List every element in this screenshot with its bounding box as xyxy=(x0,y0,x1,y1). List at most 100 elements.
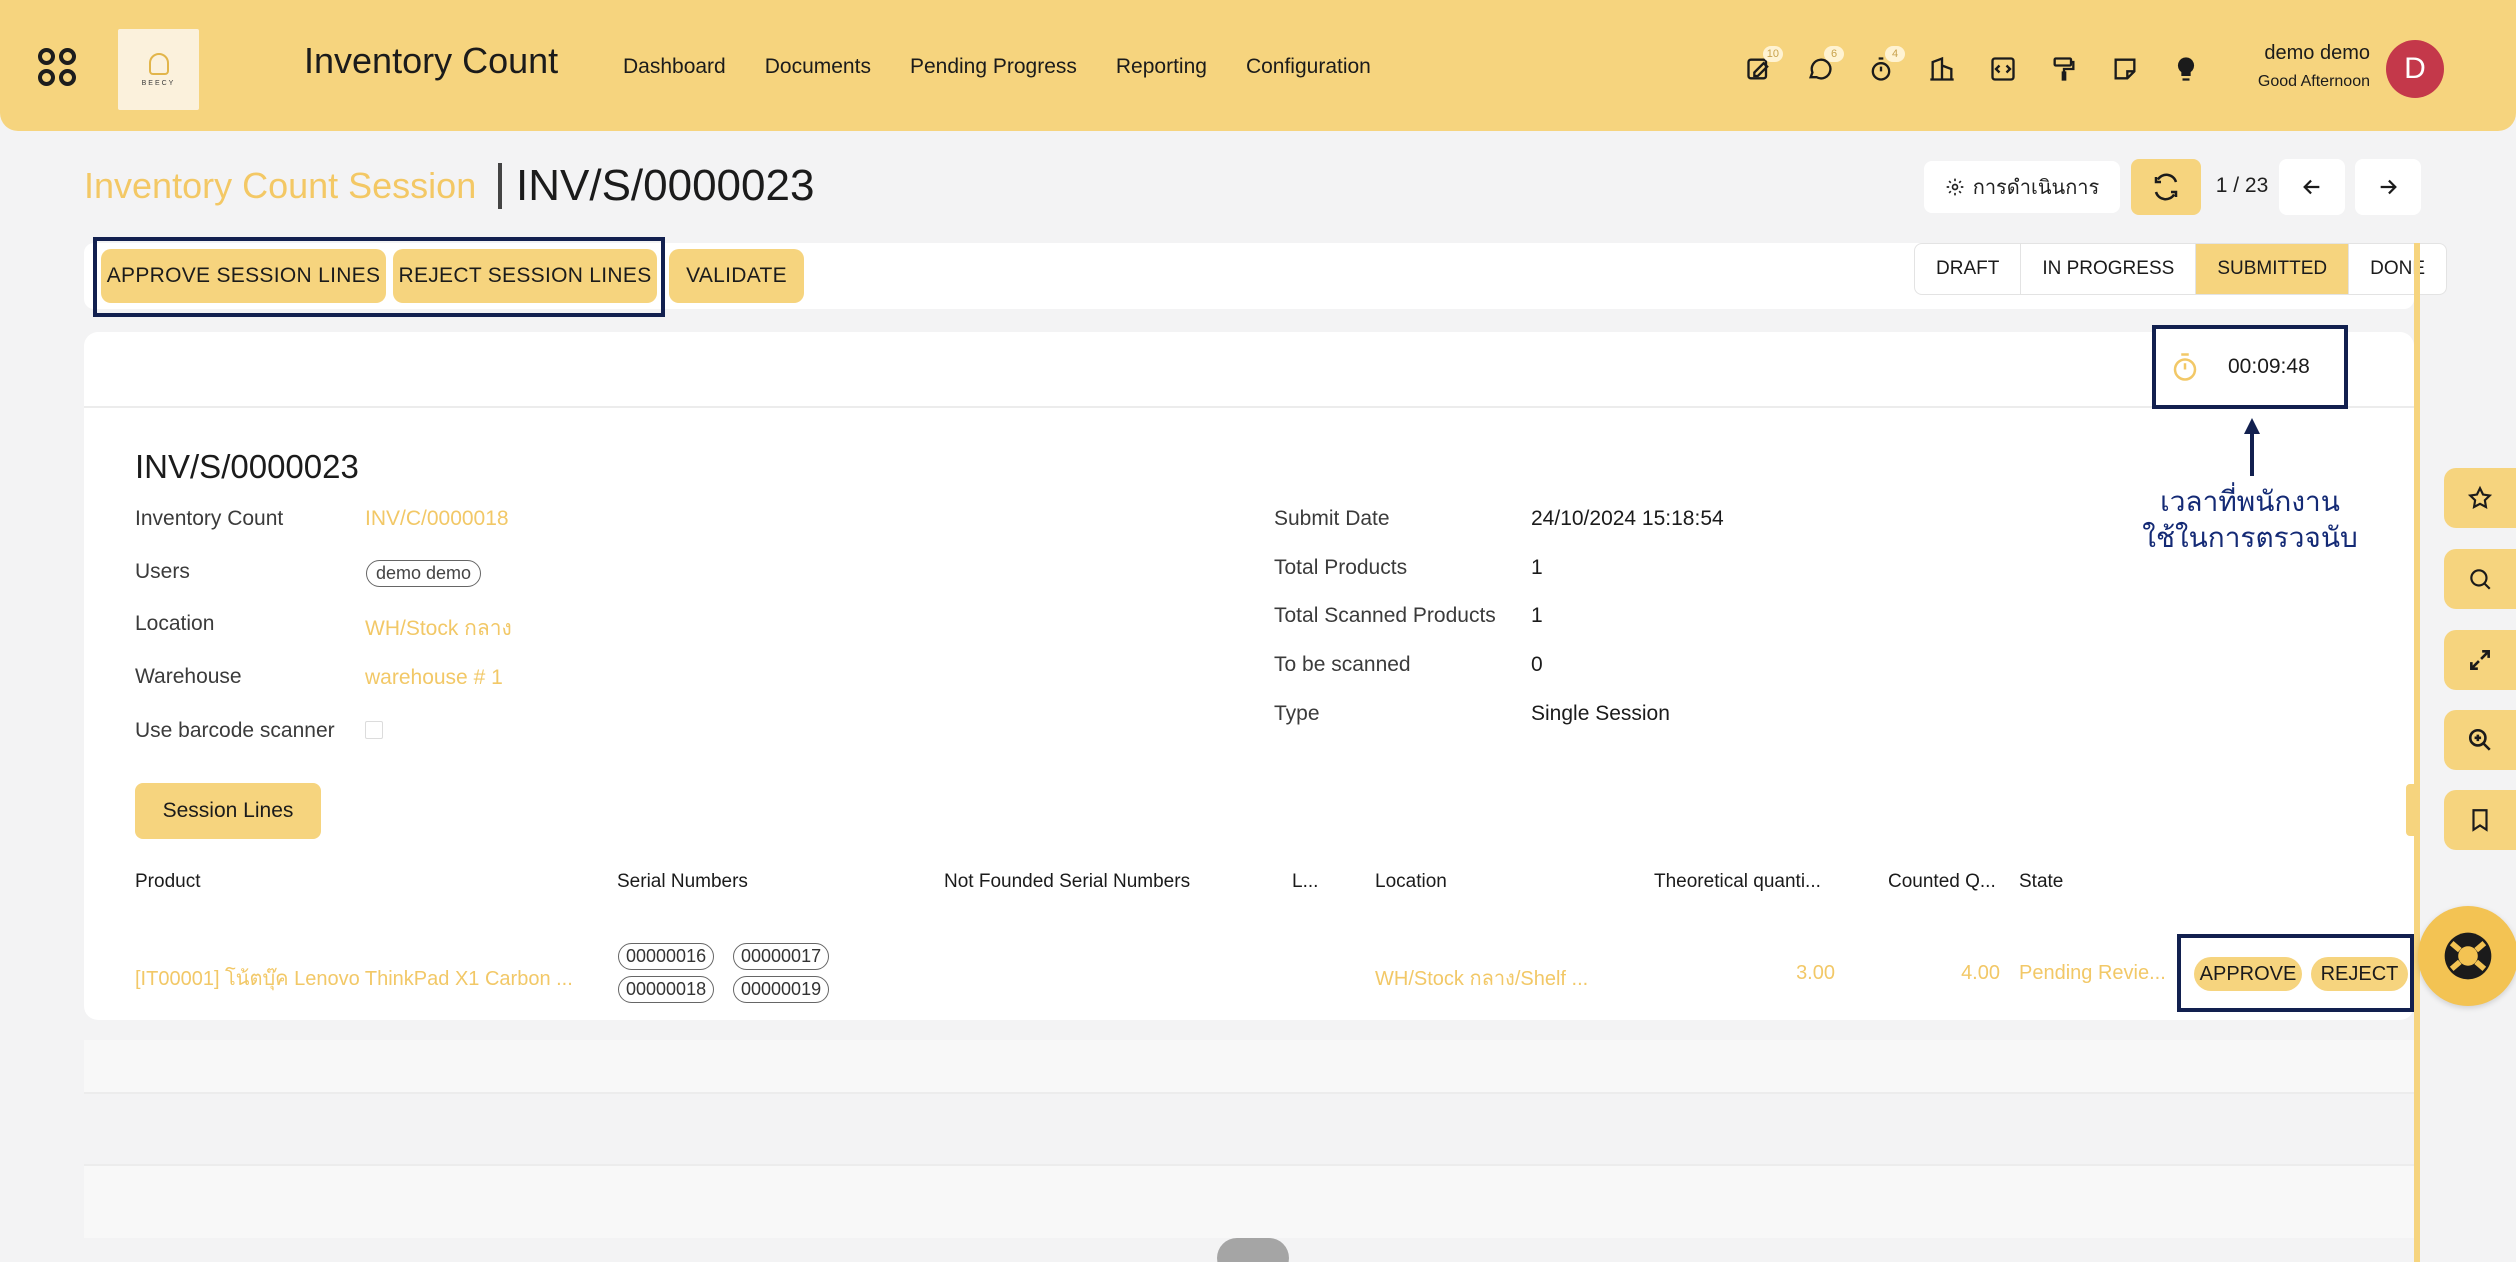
zoom-in-icon xyxy=(2468,728,2491,751)
refresh-button[interactable] xyxy=(2131,159,2201,215)
stage-done[interactable]: DONE xyxy=(2349,244,2446,294)
main-nav: Dashboard Documents Pending Progress Rep… xyxy=(623,55,1371,79)
help-button[interactable] xyxy=(2418,906,2516,1006)
pager-previous-button[interactable] xyxy=(2279,159,2345,215)
systray: 10 6 4 xyxy=(1742,46,2202,85)
code-icon[interactable] xyxy=(1986,52,2019,85)
company-logo[interactable]: BEECY xyxy=(118,29,199,110)
warehouse-link[interactable]: warehouse # 1 xyxy=(365,666,503,690)
favorite-tool[interactable] xyxy=(2444,468,2516,528)
row-counted-qty: 4.00 xyxy=(1961,962,2000,984)
column-counted-quantity[interactable]: Counted Q... xyxy=(1888,871,1996,893)
star-icon xyxy=(2467,485,2493,509)
bookmark-icon xyxy=(2472,809,2488,832)
inventory-count-label: Inventory Count xyxy=(135,507,284,530)
total-products-label: Total Products xyxy=(1274,556,1408,579)
expand-tool[interactable] xyxy=(2444,630,2516,690)
logo-text: BEECY xyxy=(141,79,176,87)
type-value: Single Session xyxy=(1531,702,1670,725)
chatter-toggle[interactable] xyxy=(1217,1238,1289,1262)
status-stages: DRAFT IN PROGRESS SUBMITTED DONE xyxy=(1914,243,2447,295)
submit-date-label: Submit Date xyxy=(1274,507,1390,530)
timer-badge: 4 xyxy=(1885,46,1905,62)
scrollbar-thumb[interactable] xyxy=(2406,784,2416,836)
row-state: Pending Revie... xyxy=(2019,962,2166,984)
company-switch-icon[interactable] xyxy=(1925,52,1958,85)
breadcrumb-separator xyxy=(498,163,502,209)
stage-in-progress[interactable]: IN PROGRESS xyxy=(2021,244,2197,294)
nav-documents[interactable]: Documents xyxy=(765,55,871,79)
messages-icon[interactable]: 6 xyxy=(1803,46,1844,85)
stage-submitted[interactable]: SUBMITTED xyxy=(2196,244,2350,294)
column-state[interactable]: State xyxy=(2019,871,2063,893)
nav-dashboard[interactable]: Dashboard xyxy=(623,55,726,79)
users-label: Users xyxy=(135,560,190,583)
search-icon xyxy=(2470,569,2491,590)
chatter-divider xyxy=(84,1092,2414,1164)
barcode-scanner-label: Use barcode scanner xyxy=(135,719,335,742)
breadcrumb-parent[interactable]: Inventory Count Session xyxy=(84,165,476,207)
serial-tag: 00000017 xyxy=(733,943,830,970)
search-tool[interactable] xyxy=(2444,549,2516,609)
nav-pending-progress[interactable]: Pending Progress xyxy=(910,55,1077,79)
total-scanned-label: Total Scanned Products xyxy=(1274,604,1496,627)
tab-session-lines[interactable]: Session Lines xyxy=(135,783,321,839)
apps-menu-icon[interactable] xyxy=(38,48,78,88)
note-icon[interactable] xyxy=(2108,52,2141,85)
row-approve-button[interactable]: APPROVE xyxy=(2194,957,2302,991)
pager-next-button[interactable] xyxy=(2355,159,2421,215)
arrow-left-icon xyxy=(2303,179,2320,195)
row-product[interactable]: [IT00001] โน้ตบุ๊ค Lenovo ThinkPad X1 Ca… xyxy=(135,962,573,994)
barcode-scanner-checkbox[interactable] xyxy=(365,721,383,739)
location-label: Location xyxy=(135,612,215,635)
breadcrumb-current: INV/S/0000023 xyxy=(516,161,815,210)
actions-button[interactable]: การดำเนินการ xyxy=(1924,161,2120,213)
row-location[interactable]: WH/Stock กลาง/Shelf ... xyxy=(1375,962,1588,994)
column-theoretical-quantity[interactable]: Theoretical quanti... xyxy=(1654,871,1821,893)
column-not-founded-serials[interactable]: Not Founded Serial Numbers xyxy=(944,871,1190,893)
paint-roller-icon[interactable] xyxy=(2047,52,2080,85)
scrollbar-track[interactable] xyxy=(2414,243,2420,1262)
bookmark-tool[interactable] xyxy=(2444,790,2516,850)
reject-session-lines-button[interactable]: REJECT SESSION LINES xyxy=(393,249,657,303)
total-products-value: 1 xyxy=(1531,556,1543,579)
stopwatch-icon xyxy=(2173,353,2197,381)
sheet-divider xyxy=(84,406,2414,408)
inventory-count-link[interactable]: INV/C/0000018 xyxy=(365,507,509,531)
chatter-area xyxy=(84,1164,2414,1238)
chatter-strip xyxy=(84,1040,2414,1092)
serial-tag: 00000019 xyxy=(733,976,830,1003)
approve-session-lines-button[interactable]: APPROVE SESSION LINES xyxy=(101,249,386,303)
nav-configuration[interactable]: Configuration xyxy=(1246,55,1371,79)
expand-icon xyxy=(2470,650,2490,670)
lightbulb-icon[interactable] xyxy=(2169,52,2202,85)
user-tag[interactable]: demo demo xyxy=(366,560,482,587)
zoom-tool[interactable] xyxy=(2444,710,2516,770)
nav-reporting[interactable]: Reporting xyxy=(1116,55,1207,79)
pager-value[interactable]: 1 / 23 xyxy=(2206,174,2278,198)
column-lot[interactable]: L... xyxy=(1292,871,1318,893)
annotation-line-2: ใช้ในการตรวจนับ xyxy=(2142,521,2358,554)
column-serial-numbers[interactable]: Serial Numbers xyxy=(617,871,748,893)
column-product[interactable]: Product xyxy=(135,871,200,893)
location-link[interactable]: WH/Stock กลาง xyxy=(365,612,512,645)
stopwatch-icon[interactable]: 4 xyxy=(1864,46,1905,85)
row-theoretical-qty: 3.00 xyxy=(1796,962,1835,984)
column-location[interactable]: Location xyxy=(1375,871,1447,893)
stage-draft[interactable]: DRAFT xyxy=(1915,244,2022,294)
row-reject-button[interactable]: REJECT xyxy=(2311,957,2408,991)
type-label: Type xyxy=(1274,702,1320,725)
actions-label: การดำเนินการ xyxy=(1972,177,2100,199)
session-timer: 00:09:48 xyxy=(2152,325,2348,409)
activity-icon[interactable]: 10 xyxy=(1742,46,1783,85)
total-scanned-value: 1 xyxy=(1531,604,1543,627)
validate-button[interactable]: VALIDATE xyxy=(669,249,804,303)
user-name[interactable]: demo demo xyxy=(2256,42,2370,65)
serial-tag: 00000016 xyxy=(618,943,715,970)
to-be-scanned-label: To be scanned xyxy=(1274,653,1411,676)
activity-badge: 10 xyxy=(1762,46,1783,62)
app-title[interactable]: Inventory Count xyxy=(304,40,558,82)
avatar[interactable]: D xyxy=(2386,40,2444,98)
messages-badge: 6 xyxy=(1824,46,1844,62)
to-be-scanned-value: 0 xyxy=(1531,653,1543,676)
